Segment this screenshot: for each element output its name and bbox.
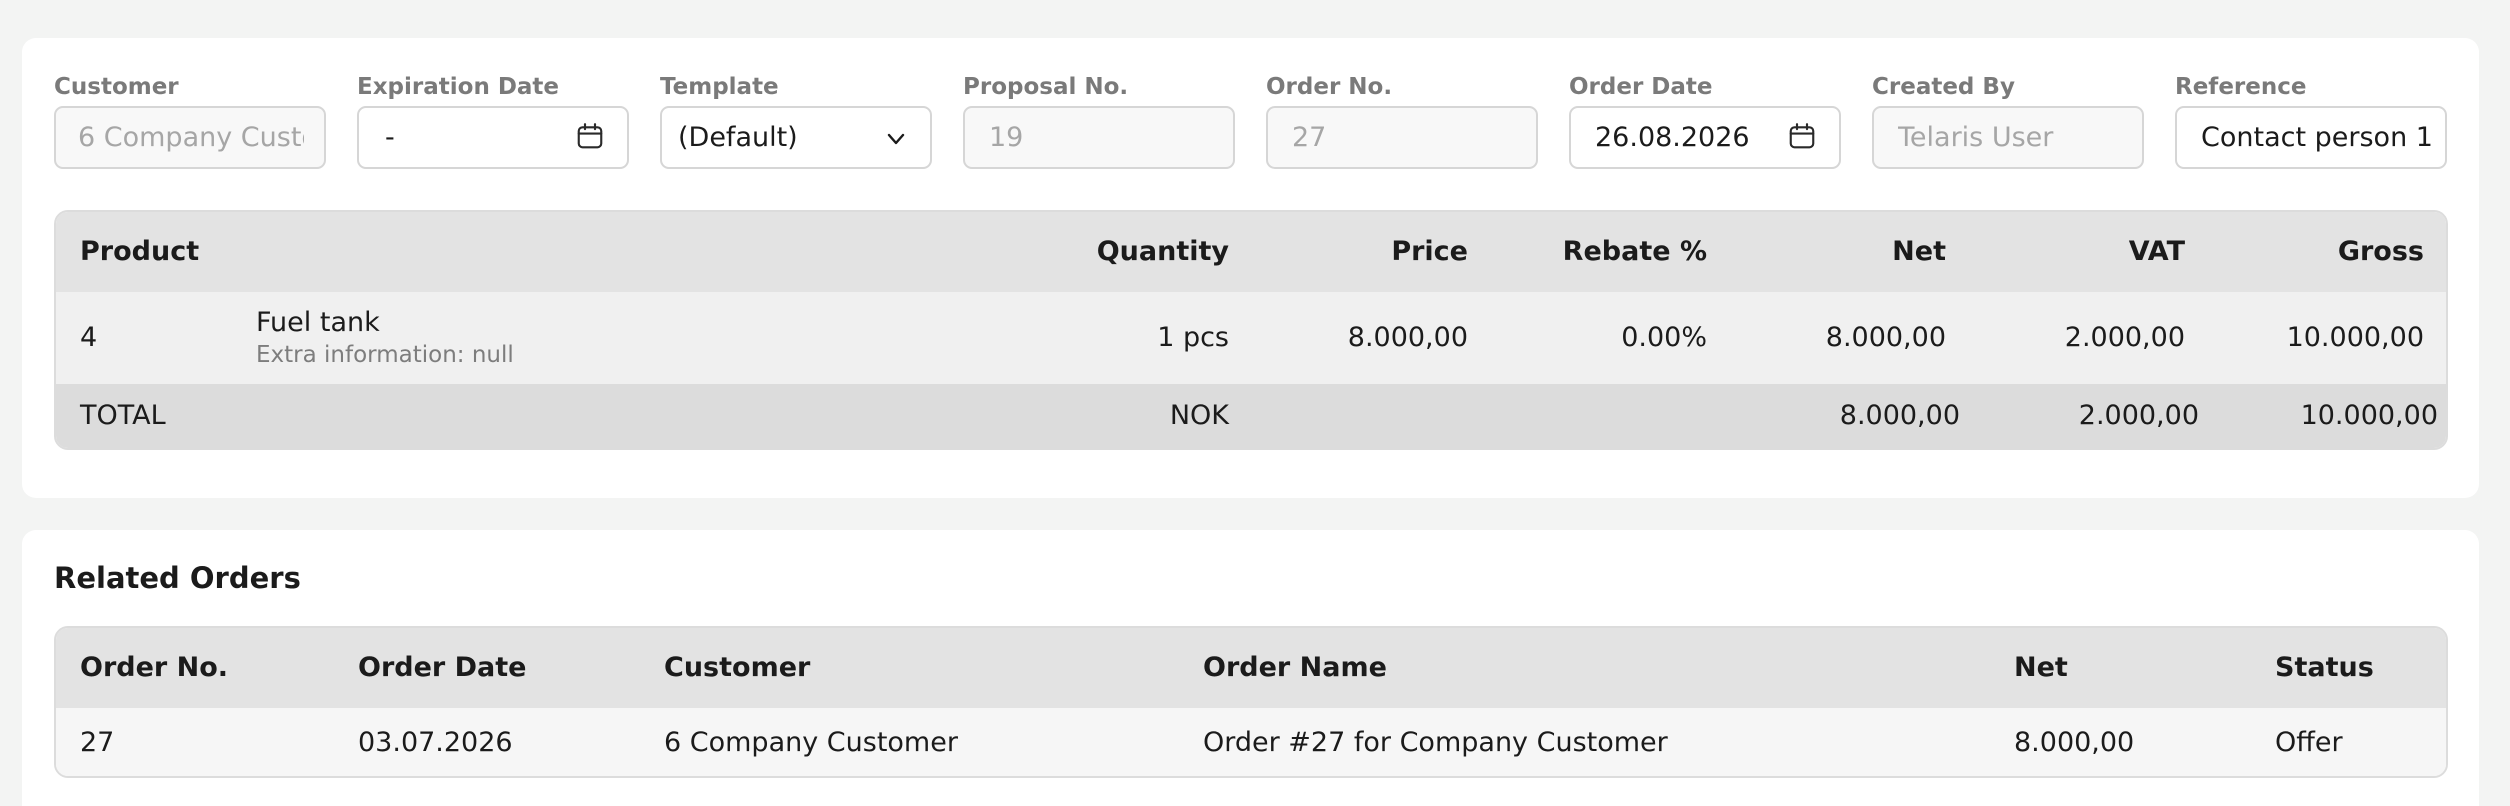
header-quantity: Quantity <box>1096 236 1229 267</box>
header-net: Net <box>1892 236 1946 267</box>
template-field-group: Template (Default) <box>660 72 932 169</box>
proposal-no-field[interactable]: 19 <box>963 106 1235 169</box>
related-orders-card: Related Orders Order No. Order Date Cust… <box>22 530 2479 806</box>
related-order-no: 27 <box>80 727 115 758</box>
reference-label: Reference <box>2175 74 2307 100</box>
total-row: TOTAL NOK 8.000,00 2.000,00 10.000,00 <box>56 384 2446 448</box>
order-details-card: Customer 6 Company Customer Expiration D… <box>22 38 2479 498</box>
related-order-row[interactable]: 27 03.07.2026 6 Company Customer Order #… <box>56 708 2446 776</box>
reference-field-group: Reference Contact person 1 <box>2175 72 2447 169</box>
expiration-date-label: Expiration Date <box>357 74 560 100</box>
product-net: 8.000,00 <box>1825 322 1946 353</box>
related-orders-title: Related Orders <box>54 561 301 595</box>
order-no-label: Order No. <box>1266 74 1393 100</box>
header-rebate: Rebate % <box>1562 236 1707 267</box>
header-gross: Gross <box>2337 236 2424 267</box>
products-table: Product Quantity Price Rebate % Net VAT … <box>54 210 2448 450</box>
expiration-date-value: - <box>385 122 395 153</box>
total-net: 8.000,00 <box>1839 400 1960 431</box>
created-by-field[interactable]: Telaris User <box>1872 106 2144 169</box>
order-date-value: 26.08.2026 <box>1595 122 1750 153</box>
related-order-net: 8.000,00 <box>2014 727 2135 758</box>
order-date-field[interactable]: 26.08.2026 <box>1569 106 1841 169</box>
related-order-name: Order #27 for Company Customer <box>1203 727 1668 758</box>
related-order-status: Offer <box>2275 727 2343 758</box>
calendar-icon[interactable] <box>1787 121 1817 151</box>
product-row[interactable]: 4 Fuel tank Extra information: null 1 pc… <box>56 292 2446 384</box>
customer-label: Customer <box>54 74 179 100</box>
order-no-field-group: Order No. 27 <box>1266 72 1538 169</box>
calendar-icon[interactable] <box>575 121 605 151</box>
expiration-date-field-group: Expiration Date - <box>357 72 629 169</box>
product-quantity: 1 pcs <box>1157 322 1229 353</box>
template-label: Template <box>660 74 779 100</box>
reference-field[interactable]: Contact person 1 <box>2175 106 2447 169</box>
product-number: 4 <box>80 322 98 353</box>
proposal-no-label: Proposal No. <box>963 74 1129 100</box>
order-no-value: 27 <box>1292 122 1327 153</box>
proposal-no-field-group: Proposal No. 19 <box>963 72 1235 169</box>
created-by-label: Created By <box>1872 74 2015 100</box>
product-price: 8.000,00 <box>1347 322 1468 353</box>
header-vat: VAT <box>2128 236 2185 267</box>
created-by-field-group: Created By Telaris User <box>1872 72 2144 169</box>
customer-field-group: Customer 6 Company Customer <box>54 72 326 169</box>
products-table-header: Product Quantity Price Rebate % Net VAT … <box>56 212 2446 292</box>
proposal-no-value: 19 <box>989 122 1024 153</box>
total-vat: 2.000,00 <box>2078 400 2199 431</box>
order-date-field-group: Order Date 26.08.2026 <box>1569 72 1841 169</box>
template-select[interactable]: (Default) <box>660 106 932 169</box>
header-order-date: Order Date <box>358 652 527 683</box>
header-customer: Customer <box>664 652 811 683</box>
total-currency: NOK <box>1169 400 1229 431</box>
expiration-date-field[interactable]: - <box>357 106 629 169</box>
header-order-name: Order Name <box>1203 652 1387 683</box>
related-orders-header: Order No. Order Date Customer Order Name… <box>56 628 2446 708</box>
header-order-no: Order No. <box>80 652 229 683</box>
total-gross: 10.000,00 <box>2300 400 2438 431</box>
product-name: Fuel tank <box>256 307 380 338</box>
template-value: (Default) <box>678 122 798 153</box>
product-vat: 2.000,00 <box>2064 322 2185 353</box>
header-product: Product <box>80 236 200 267</box>
related-order-customer: 6 Company Customer <box>664 727 958 758</box>
order-date-label: Order Date <box>1569 74 1713 100</box>
created-by-value: Telaris User <box>1898 122 2054 153</box>
total-label: TOTAL <box>80 400 166 431</box>
reference-value: Contact person 1 <box>2201 122 2433 153</box>
header-status: Status <box>2275 652 2374 683</box>
product-gross: 10.000,00 <box>2286 322 2424 353</box>
header-net: Net <box>2014 652 2068 683</box>
header-price: Price <box>1391 236 1468 267</box>
order-no-field[interactable]: 27 <box>1266 106 1538 169</box>
customer-field[interactable]: 6 Company Customer <box>54 106 326 169</box>
product-extra-info: Extra information: null <box>256 342 514 368</box>
customer-value: 6 Company Customer <box>78 122 304 153</box>
related-orders-table: Order No. Order Date Customer Order Name… <box>54 626 2448 778</box>
product-rebate: 0.00% <box>1621 322 1707 353</box>
chevron-down-icon <box>887 133 905 145</box>
related-order-date: 03.07.2026 <box>358 727 513 758</box>
